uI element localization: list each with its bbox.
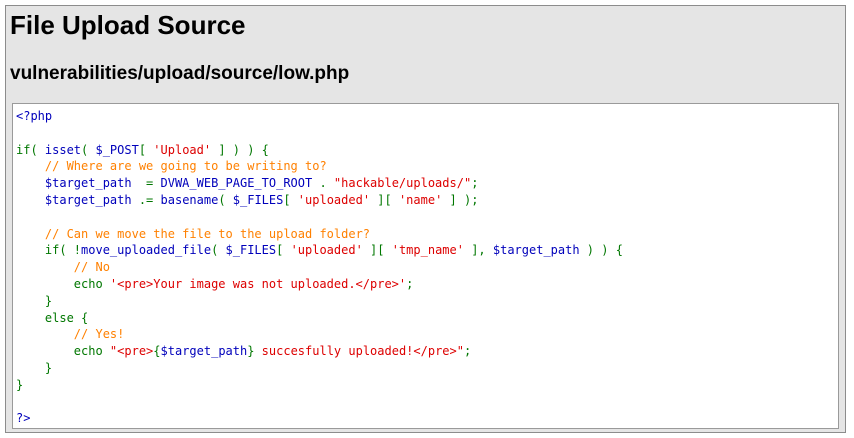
code-line: else { — [16, 310, 623, 327]
code-line: $target_path .= basename( $_FILES[ 'uplo… — [16, 192, 623, 209]
code-line: } — [16, 293, 623, 310]
code-line: echo '<pre>Your image was not uploaded.<… — [16, 276, 623, 293]
code-token-default: $target_path — [492, 243, 580, 258]
code-token-keyword: ( — [81, 142, 96, 157]
code-token-default: $target_path — [160, 344, 248, 359]
code-token-string: "<pre> — [109, 344, 154, 359]
code-token-keyword: [ — [283, 192, 298, 207]
code-token-keyword: ( — [218, 192, 233, 207]
code-token-keyword: .= — [138, 192, 161, 207]
code-token-comment: // Where are we going to be writing to? — [44, 159, 327, 174]
code-line: $target_path = DVWA_WEB_PAGE_TO_ROOT . "… — [16, 175, 623, 192]
code-token-keyword: ][ — [370, 192, 399, 207]
code-token-string: 'name' — [398, 192, 443, 207]
code-line: if( isset( $_POST[ 'Upload' ] ) ) { — [16, 142, 623, 159]
code-token-keyword: { — [153, 344, 161, 359]
code-token-comment: // Can we move the file to the upload fo… — [44, 226, 371, 241]
code-line: echo "<pre>{$target_path} succesfully up… — [16, 343, 623, 360]
code-line: ?> — [16, 410, 623, 427]
code-token-string: '<pre>Your image was not uploaded.</pre>… — [109, 276, 407, 291]
code-token-string: 'uploaded' — [297, 192, 371, 207]
code-token-comment: // No — [73, 260, 110, 275]
code-token-keyword — [16, 327, 74, 341]
code-token-keyword: ( — [211, 243, 226, 258]
code-token-string: 'uploaded' — [290, 243, 363, 258]
code-token-keyword — [16, 159, 45, 173]
code-token-default: $_FILES — [225, 243, 277, 258]
code-line: } — [16, 360, 623, 377]
page-title: File Upload Source — [10, 10, 246, 40]
code-token-keyword: } — [16, 377, 24, 392]
code-token-keyword — [16, 260, 74, 274]
code-token-keyword: . — [319, 176, 334, 191]
code-token-keyword: ], — [463, 243, 493, 258]
code-token-default: $_FILES — [232, 192, 284, 207]
code-line: if( !move_uploaded_file( $_FILES[ 'uploa… — [16, 242, 623, 259]
code-listing: <?php if( isset( $_POST[ 'Upload' ] ) ) {… — [16, 108, 623, 427]
code-token-string: 'tmp_name' — [391, 243, 464, 258]
code-line: // Yes! — [16, 326, 623, 343]
code-token-default: $target_path — [16, 176, 147, 191]
code-token-keyword: ; — [406, 276, 414, 291]
code-token-keyword: ][ — [362, 243, 392, 258]
code-token-keyword: ) ) { — [579, 243, 623, 258]
code-token-keyword: } — [16, 360, 53, 375]
code-line: // No — [16, 259, 623, 276]
code-token-keyword: [ — [138, 142, 154, 157]
code-token-keyword: if( ! — [16, 243, 82, 258]
code-token-keyword: = — [146, 176, 161, 191]
code-token-default: move_uploaded_file — [81, 243, 212, 258]
code-token-default: $_POST — [95, 142, 139, 157]
code-token-default: DVWA_WEB_PAGE_TO_ROOT — [160, 176, 320, 191]
code-line: // Can we move the file to the upload fo… — [16, 226, 623, 243]
code-line: <?php — [16, 108, 623, 125]
source-file-path: vulnerabilities/upload/source/low.php — [10, 63, 350, 84]
code-token-default: basename — [160, 192, 219, 207]
code-token-keyword: ; — [471, 176, 479, 191]
code-token-keyword: [ — [276, 243, 291, 258]
code-token-string: 'Upload' — [153, 142, 212, 157]
code-token-keyword: ; — [463, 344, 472, 359]
code-token-default: <?php — [16, 109, 53, 123]
code-panel: <?php if( isset( $_POST[ 'Upload' ] ) ) {… — [12, 103, 839, 429]
code-token-string: "hackable/uploads/" — [333, 176, 472, 191]
code-token-keyword: ] ) ) { — [211, 142, 269, 157]
code-token-keyword: ] ); — [442, 192, 479, 207]
code-token-string: succesfully uploaded!</pre>" — [254, 344, 464, 359]
code-token-default: isset — [44, 142, 82, 157]
code-token-keyword — [16, 227, 45, 241]
code-token-default: $target_path — [16, 192, 139, 207]
code-token-keyword: echo — [16, 344, 110, 359]
code-token-keyword: if( — [16, 142, 45, 157]
code-token-keyword: } — [16, 293, 53, 308]
code-token-keyword: echo — [16, 276, 110, 291]
code-token-comment: // Yes! — [73, 327, 125, 342]
code-token-keyword: else { — [16, 310, 89, 325]
code-token-default: ?> — [16, 411, 31, 426]
code-line: } — [16, 377, 623, 394]
source-window: File Upload Source vulnerabilities/uploa… — [5, 5, 846, 433]
code-line: // Where are we going to be writing to? — [16, 158, 623, 175]
